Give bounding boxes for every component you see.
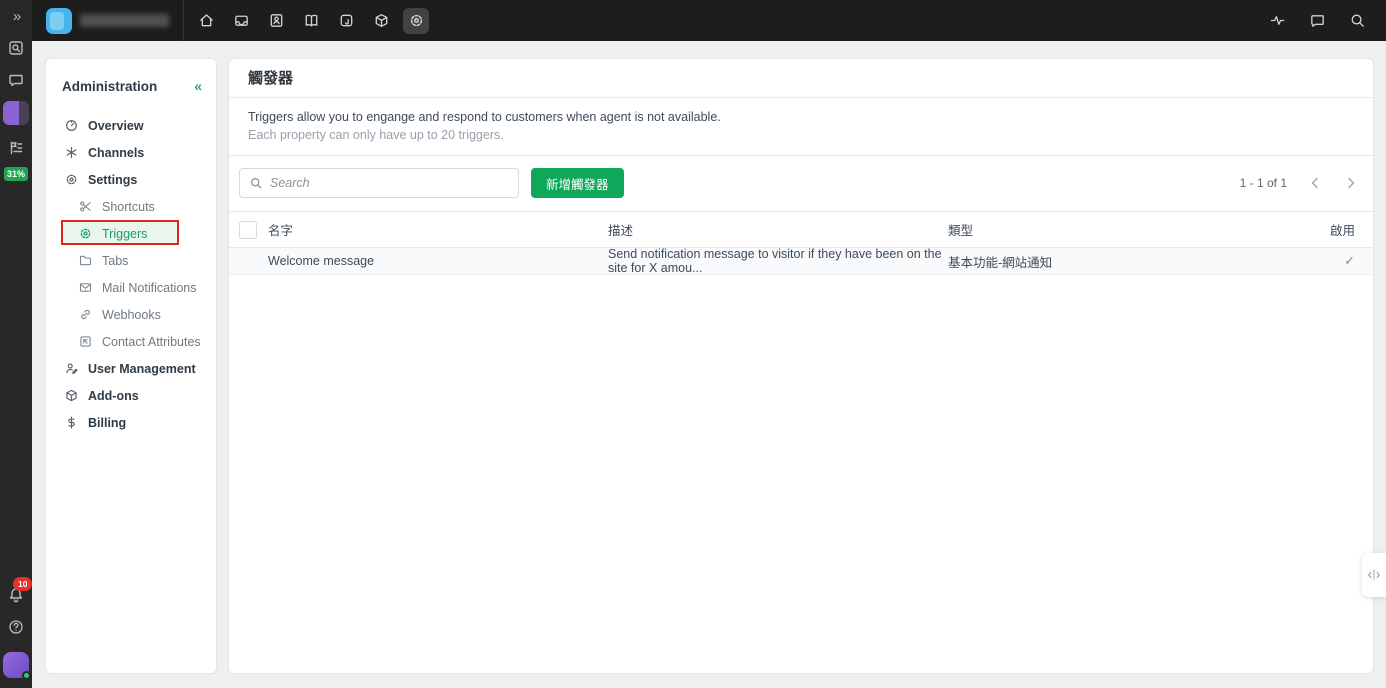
- workspace-brand[interactable]: [32, 0, 184, 41]
- triggers-icon: [78, 226, 93, 241]
- settings-gear-icon: [64, 172, 79, 187]
- usage-badge[interactable]: 31%: [4, 167, 28, 181]
- tabs-icon: [78, 253, 93, 268]
- triggers-selected-pill: Triggers: [63, 222, 178, 245]
- previous-page-button[interactable]: [1307, 175, 1323, 191]
- workspace-logo: [46, 8, 72, 34]
- side-panel-handle[interactable]: [1362, 553, 1386, 597]
- sidebar-item-webhooks[interactable]: Webhooks: [46, 301, 216, 328]
- sidebar-item-settings[interactable]: Settings: [46, 166, 216, 193]
- trigger-name: Welcome message: [268, 254, 608, 268]
- sidebar-item-channels[interactable]: Channels: [46, 139, 216, 166]
- pagination: 1 - 1 of 1: [1240, 168, 1359, 198]
- inbox-icon[interactable]: [228, 8, 254, 34]
- knowledge-base-icon[interactable]: [298, 8, 324, 34]
- messages-icon[interactable]: [1304, 8, 1330, 34]
- reports-icon[interactable]: [333, 8, 359, 34]
- trigger-enabled-check: ✓: [1295, 253, 1373, 269]
- column-header-type: 類型: [948, 220, 1295, 239]
- collapse-panel-button[interactable]: «: [194, 78, 202, 94]
- visitors-icon[interactable]: [7, 39, 25, 57]
- sidebar-item-tabs[interactable]: Tabs: [46, 247, 216, 274]
- table-header: 名字 描述 類型 啟用: [229, 211, 1373, 248]
- activity-icon[interactable]: [1264, 8, 1290, 34]
- trigger-type: 基本功能-網站通知: [948, 252, 1295, 271]
- webhooks-icon: [78, 307, 93, 322]
- toolbar: 新增觸發器 1 - 1 of 1: [229, 156, 1373, 211]
- chevron-left-icon: [1307, 175, 1323, 191]
- sidebar-item-billing[interactable]: Billing: [46, 409, 216, 436]
- channels-icon: [64, 145, 79, 160]
- description-line2: Each property can only have up to 20 tri…: [248, 128, 1354, 142]
- page-title: 觸發器: [229, 59, 1373, 98]
- table-row[interactable]: Welcome message Send notification messag…: [229, 248, 1373, 275]
- select-all-checkbox[interactable]: [239, 221, 257, 239]
- add-trigger-button[interactable]: 新增觸發器: [531, 168, 624, 198]
- pagination-label: 1 - 1 of 1: [1240, 176, 1287, 190]
- sidebar-item-mail-notifications[interactable]: Mail Notifications: [46, 274, 216, 301]
- content-area: Administration « Overview Channels: [32, 41, 1386, 688]
- user-avatar[interactable]: [3, 652, 29, 678]
- search-box: [239, 168, 519, 198]
- mail-notifications-icon: [78, 280, 93, 295]
- billing-icon: [64, 415, 79, 430]
- contacts-icon[interactable]: [263, 8, 289, 34]
- workspace-name-redacted: [80, 14, 169, 27]
- integrations-icon[interactable]: [368, 8, 394, 34]
- expand-sidebar-button[interactable]: »: [13, 8, 19, 25]
- next-page-button[interactable]: [1343, 175, 1359, 191]
- column-header-enabled: 啟用: [1295, 220, 1373, 239]
- column-header-description: 描述: [608, 220, 948, 239]
- sidebar-item-contact-attributes[interactable]: Contact Attributes: [46, 328, 216, 355]
- campaigns-icon[interactable]: [7, 139, 25, 157]
- top-navbar: [32, 0, 1386, 41]
- home-icon[interactable]: [193, 8, 219, 34]
- shortcuts-icon: [78, 199, 93, 214]
- contact-attributes-icon: [78, 334, 93, 349]
- user-management-icon: [64, 361, 79, 376]
- help-icon[interactable]: [7, 618, 25, 636]
- notifications-bell[interactable]: 10: [7, 586, 25, 604]
- triggers-panel: 觸發器 Triggers allow you to engange and re…: [228, 58, 1374, 674]
- left-rail: » 31% 10: [0, 0, 32, 688]
- overview-icon: [64, 118, 79, 133]
- sidebar-item-overview[interactable]: Overview: [46, 112, 216, 139]
- sidebar-item-triggers[interactable]: Triggers: [46, 220, 216, 247]
- settings-icon[interactable]: [403, 8, 429, 34]
- notification-count-badge: 10: [13, 577, 32, 591]
- add-ons-icon: [64, 388, 79, 403]
- chevron-right-icon: [1343, 175, 1359, 191]
- search-input[interactable]: [270, 176, 509, 190]
- sidebar-item-add-ons[interactable]: Add-ons: [46, 382, 216, 409]
- app-icon[interactable]: [3, 101, 29, 125]
- search-icon[interactable]: [1344, 8, 1370, 34]
- online-status-dot: [22, 671, 31, 680]
- sidebar-item-shortcuts[interactable]: Shortcuts: [46, 193, 216, 220]
- chat-icon[interactable]: [7, 71, 25, 89]
- administration-title: Administration: [62, 79, 157, 94]
- sidebar-item-user-management[interactable]: User Management: [46, 355, 216, 382]
- column-header-name: 名字: [268, 220, 608, 239]
- trigger-description: Send notification message to visitor if …: [608, 247, 948, 275]
- administration-panel: Administration « Overview Channels: [45, 58, 217, 674]
- search-input-icon: [249, 176, 263, 190]
- description-block: Triggers allow you to engange and respon…: [229, 98, 1373, 156]
- administration-menu: Overview Channels Settings Shortcuts: [46, 106, 216, 436]
- resize-handle-icon: [1367, 568, 1381, 582]
- description-line1: Triggers allow you to engange and respon…: [248, 110, 1354, 124]
